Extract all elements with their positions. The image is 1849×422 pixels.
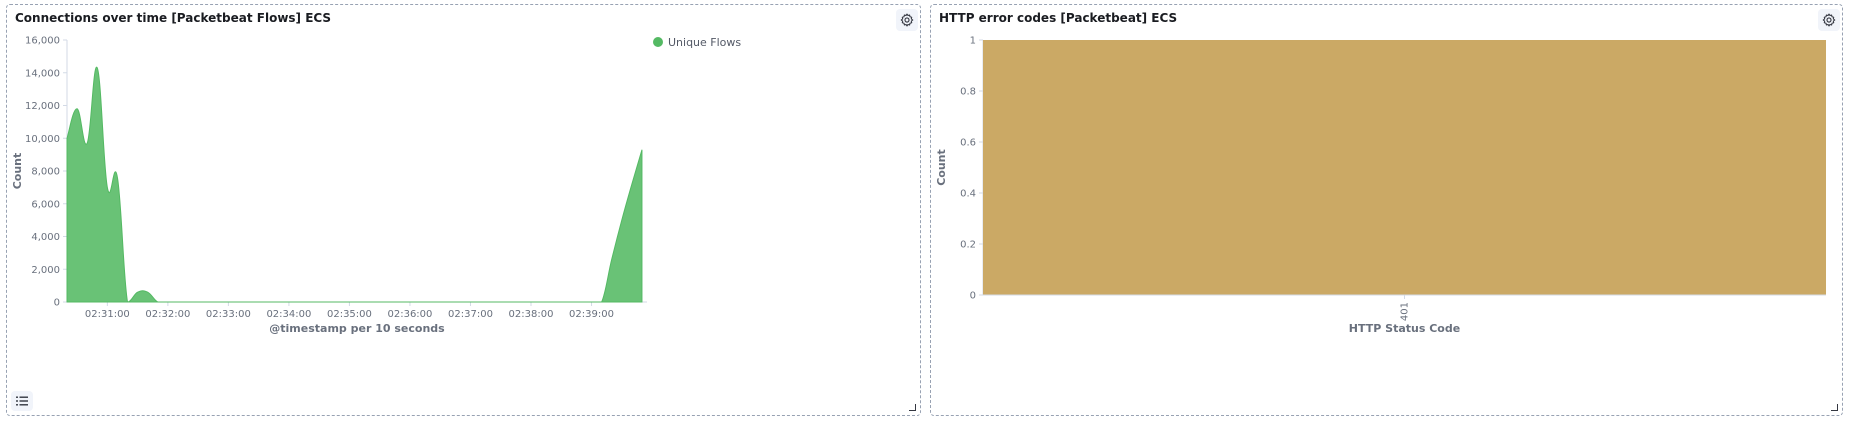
y-tick-label: 0.4 (960, 189, 976, 200)
x-tick-label: 02:33:00 (206, 309, 251, 320)
y-tick-label: 10,000 (25, 134, 60, 145)
legend-label: Unique Flows (668, 36, 741, 49)
y-tick-label: 0.6 (960, 138, 976, 149)
x-tick-label: 401 (1400, 302, 1411, 321)
y-tick-label: 16,000 (25, 36, 60, 47)
y-tick-label: 0.2 (960, 240, 976, 251)
y-tick-label: 6,000 (31, 199, 60, 210)
legend-swatch (653, 37, 663, 47)
y-tick-label: 0.8 (960, 87, 976, 98)
x-axis-title: @timestamp per 10 seconds (269, 322, 445, 335)
y-tick-label: 14,000 (25, 68, 60, 79)
panel-resize-handle[interactable] (1831, 404, 1838, 411)
x-axis-title: HTTP Status Code (1349, 322, 1460, 335)
y-tick-label: 0 (54, 298, 60, 309)
connections-panel: Connections over time [Packetbeat Flows]… (6, 4, 921, 416)
series-area-unique-flows (66, 67, 643, 303)
bar-401 (983, 40, 1826, 295)
y-axis-title: Count (935, 149, 948, 186)
y-tick-label: 2,000 (31, 265, 60, 276)
legend-toggle-list-icon[interactable] (11, 391, 33, 411)
x-tick-label: 02:31:00 (85, 309, 130, 320)
x-tick-label: 02:32:00 (145, 309, 190, 320)
x-tick-label: 02:35:00 (327, 309, 372, 320)
y-tick-label: 4,000 (31, 232, 60, 243)
y-tick-label: 1 (970, 36, 976, 47)
x-tick-label: 02:39:00 (569, 309, 614, 320)
x-tick-label: 02:34:00 (266, 309, 311, 320)
http-errors-bar-chart: 0 0.2 0.4 0.6 0.8 1 401HTTP Status Code Count (935, 36, 1826, 335)
x-tick-label: 02:36:00 (387, 309, 432, 320)
y-tick-label: 0 (970, 291, 976, 302)
connections-area-chart: 0 2,000 4,000 6,000 8,000 10,000 12,000 14,000 1… (11, 36, 741, 336)
panel-resize-handle[interactable] (909, 404, 916, 411)
y-axis-title: Count (11, 153, 24, 190)
http-errors-panel: HTTP error codes [Packetbeat] ECS 0 0.2 0.… (930, 4, 1843, 416)
y-tick-label: 12,000 (25, 101, 60, 112)
y-tick-label: 8,000 (31, 167, 60, 178)
x-tick-label: 02:37:00 (448, 309, 493, 320)
x-tick-label: 02:38:00 (509, 309, 554, 320)
